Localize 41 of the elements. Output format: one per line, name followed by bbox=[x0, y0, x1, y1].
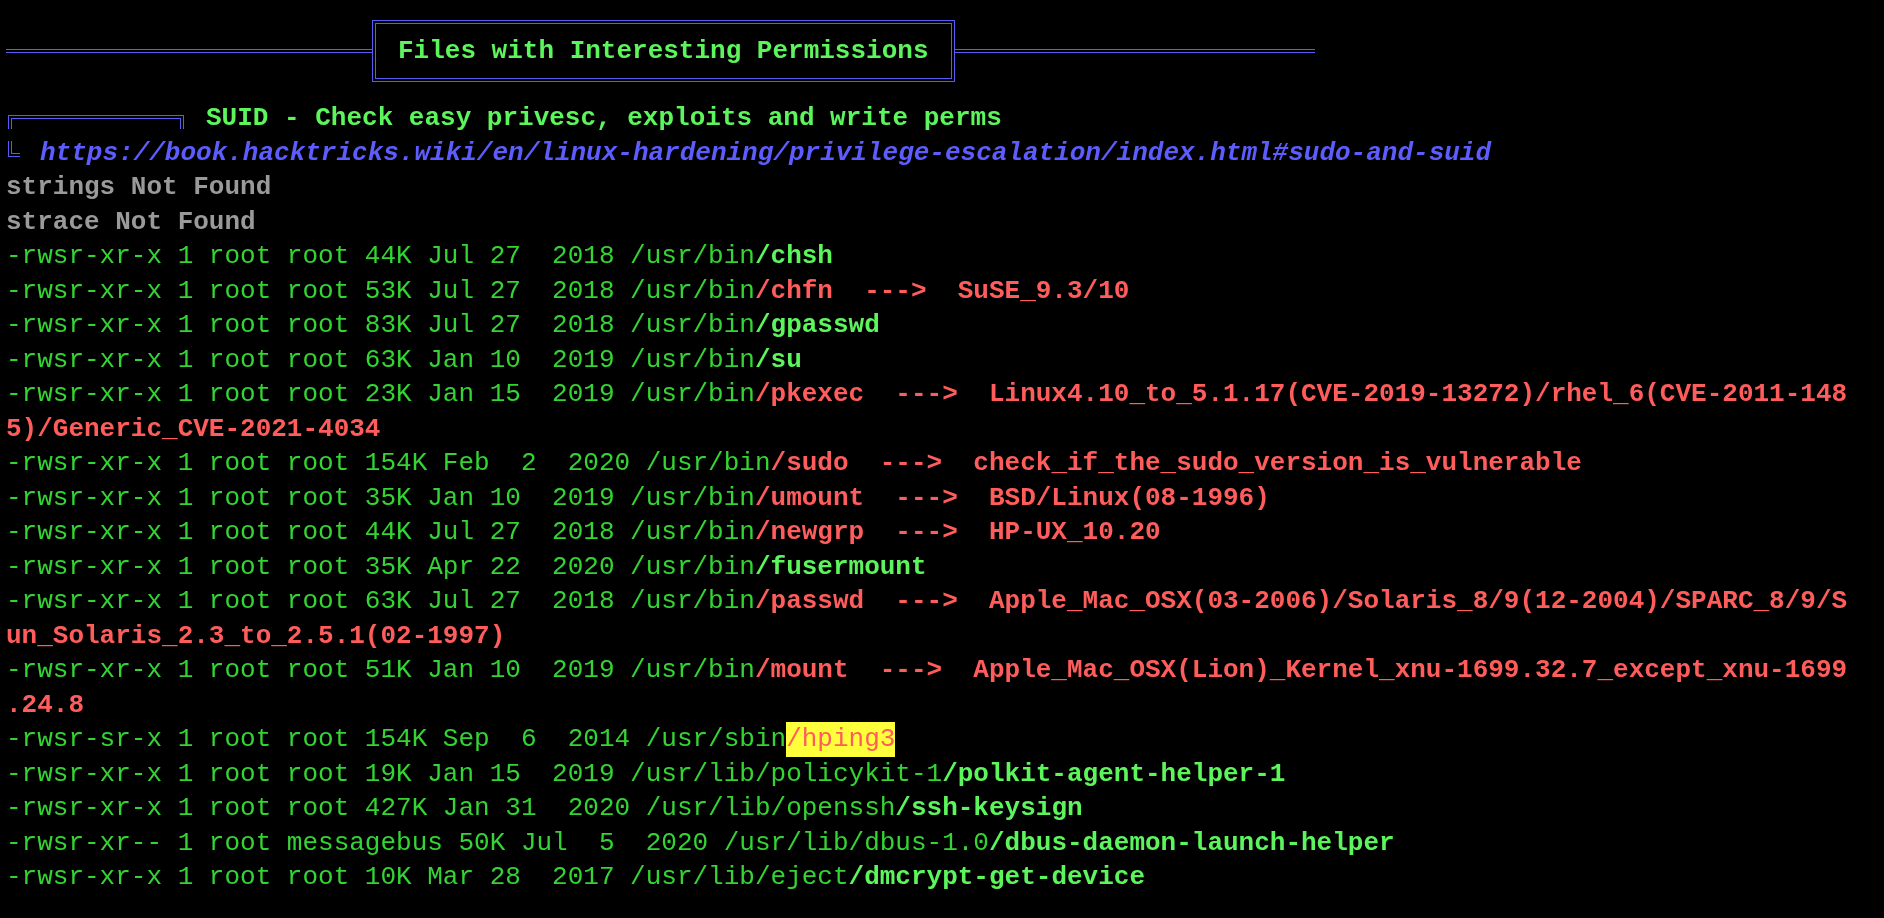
exploit-hint: /chfn ---> SuSE_9.3/10 bbox=[754, 274, 1130, 308]
section-heading: SUID - Check easy privesc, exploits and write perms bbox=[206, 102, 1002, 135]
exploit-hint: /pkexec ---> Linux4.10_to_5.1.17(CVE-2019-13272)/rhel_6(CVE-2011-148 bbox=[754, 378, 1848, 411]
file-listing: -rwsr-xr-x 1 root root 35K Jan 10 2019 /usr/bin bbox=[6, 481, 755, 515]
highlighted-binary-name: /hping3 bbox=[786, 722, 896, 757]
binary-name: /polkit-agent-helper-1 bbox=[942, 757, 1286, 791]
binary-name: /chsh bbox=[754, 240, 833, 273]
exploit-hint: un_Solaris_2.3_to_2.5.1(02-1997) bbox=[6, 619, 506, 653]
exploit-hint: /passwd ---> Apple_Mac_OSX(03-2006)/Solaris_8/9(12-2004)/SPARC_8/9/S bbox=[754, 585, 1848, 618]
exploit-hint: /sudo ---> check_if_the_sudo_version_is_vulnerable bbox=[770, 447, 1582, 480]
file-listing: -rwsr-xr-x 1 root root 51K Jan 10 2019 /usr/bin bbox=[6, 654, 755, 687]
exploit-hint: /umount ---> BSD/Linux(08-1996) bbox=[754, 481, 1270, 515]
exploit-hint: .24.8 bbox=[6, 688, 84, 722]
file-listing: -rwsr-xr-x 1 root root 63K Jan 10 2019 /usr/bin bbox=[6, 343, 755, 377]
binary-name: /gpasswd bbox=[754, 309, 880, 342]
file-listing: -rwsr-xr-x 1 root root 53K Jul 27 2018 /usr/bin bbox=[6, 274, 755, 308]
file-listing: -rwsr-xr-x 1 root root 23K Jan 15 2019 /usr/bin bbox=[6, 378, 755, 411]
binary-name: /su bbox=[754, 343, 802, 377]
file-listing: -rwsr-sr-x 1 root root 154K Sep 6 2014 /usr/sbin bbox=[6, 723, 787, 756]
file-listing: -rwsr-xr-x 1 root root 154K Feb 2 2020 /usr/bin bbox=[6, 447, 771, 480]
file-listing: -rwsr-xr-x 1 root root 63K Jul 27 2018 /usr/bin bbox=[6, 585, 755, 618]
binary-name: /fusermount bbox=[754, 550, 927, 584]
binary-name: /ssh-keysign bbox=[895, 792, 1083, 825]
frame-corner bbox=[8, 140, 20, 157]
status-message: strace Not Found bbox=[6, 205, 256, 239]
exploit-hint: /newgrp ---> HP-UX_10.20 bbox=[754, 516, 1161, 549]
binary-name: /dbus-daemon-launch-helper bbox=[988, 826, 1395, 860]
file-listing: -rwsr-xr-x 1 root root 44K Jul 27 2018 /usr/bin bbox=[6, 516, 755, 549]
section-banner-title: Files with Interesting Permissions bbox=[372, 19, 955, 82]
file-listing: -rwsr-xr-x 1 root root 427K Jan 31 2020 /usr/lib/openssh bbox=[6, 792, 896, 825]
file-listing: -rwsr-xr-- 1 root messagebus 50K Jul 5 2020 /usr/lib/dbus-1.0 bbox=[6, 826, 989, 860]
exploit-hint: /mount ---> Apple_Mac_OSX(Lion)_Kernel_xnu-1699.32.7_except_xnu-1699 bbox=[754, 654, 1848, 687]
file-listing: -rwsr-xr-x 1 root root 19K Jan 15 2019 /usr/lib/policykit-1 bbox=[6, 757, 943, 791]
file-listing: -rwsr-xr-x 1 root root 10K Mar 28 2017 /usr/lib/eject bbox=[6, 861, 849, 894]
file-listing: -rwsr-xr-x 1 root root 35K Apr 22 2020 /usr/bin bbox=[6, 550, 755, 584]
binary-name: /dmcrypt-get-device bbox=[848, 861, 1145, 894]
reference-link[interactable]: https://book.hacktricks.wiki/en/linux-hardening/privilege-escalation/index.html#sudo-and-suid bbox=[40, 135, 1492, 170]
exploit-hint: 5)/Generic_CVE-2021-4034 bbox=[6, 412, 381, 446]
file-listing: -rwsr-xr-x 1 root root 44K Jul 27 2018 /usr/bin bbox=[6, 240, 755, 273]
status-message: strings Not Found bbox=[6, 171, 272, 204]
file-listing: -rwsr-xr-x 1 root root 83K Jul 27 2018 /usr/bin bbox=[6, 309, 755, 342]
